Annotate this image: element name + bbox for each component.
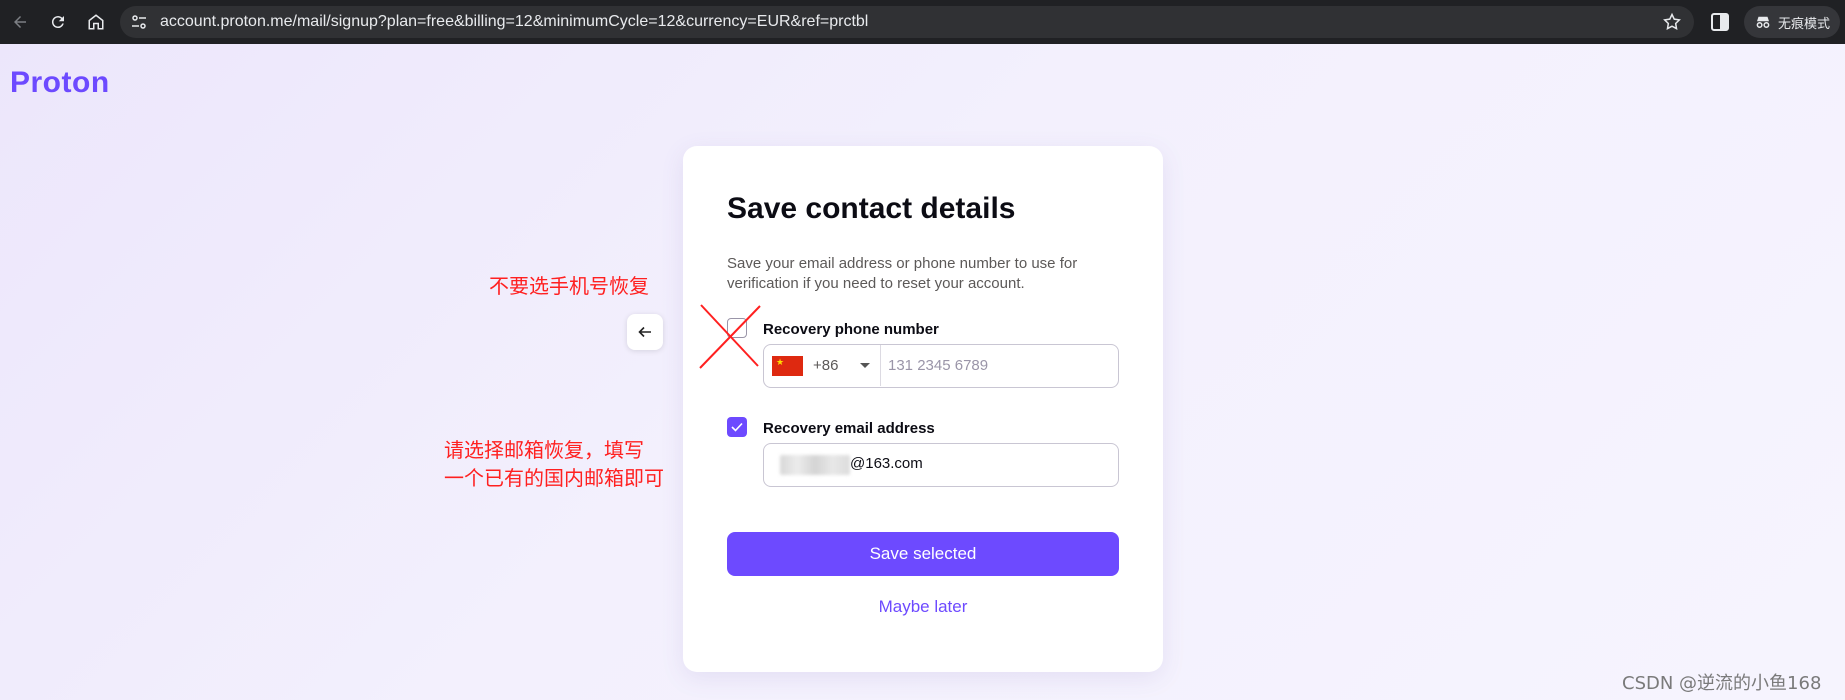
side-panel-icon[interactable]	[1708, 10, 1732, 34]
site-info-icon[interactable]	[124, 7, 154, 37]
back-arrow-icon[interactable]	[2, 4, 38, 40]
email-value-suffix: @163.com	[850, 455, 923, 472]
incognito-label: 无痕模式	[1778, 16, 1831, 32]
phone-annotation: 不要选手机号恢复	[489, 274, 649, 298]
arrow-left-icon	[638, 326, 651, 338]
incognito-indicator[interactable]: 无痕模式	[1744, 6, 1840, 38]
home-icon[interactable]	[78, 4, 114, 40]
recovery-phone-field: ★ +86	[763, 344, 1119, 388]
recovery-email-label: Recovery email address	[763, 420, 935, 437]
back-button[interactable]	[627, 314, 663, 350]
csdn-watermark: CSDN @逆流的小鱼168	[1622, 673, 1822, 694]
recovery-email-input[interactable]: @163.com	[763, 443, 1119, 487]
page-title: Save contact details	[727, 192, 1016, 225]
phone-input[interactable]	[888, 345, 1114, 386]
recovery-email-checkbox[interactable]	[727, 417, 747, 437]
email-annotation-line2: 一个已有的国内邮箱即可	[444, 466, 664, 490]
bookmark-star-icon[interactable]	[1662, 12, 1682, 32]
checkmark-icon	[731, 422, 743, 432]
reload-icon[interactable]	[40, 4, 76, 40]
save-selected-button[interactable]: Save selected	[727, 532, 1119, 576]
china-flag-icon: ★	[772, 355, 803, 376]
recovery-phone-label: Recovery phone number	[763, 321, 939, 338]
redacted-email-blur	[780, 455, 850, 475]
address-bar[interactable]: account.proton.me/mail/signup?plan=free&…	[120, 6, 1694, 38]
page-subtitle: Save your email address or phone number …	[727, 255, 1078, 292]
maybe-later-link[interactable]: Maybe later	[727, 597, 1119, 617]
chevron-down-icon	[860, 363, 871, 368]
dial-code: +86	[813, 357, 839, 374]
incognito-icon	[1756, 16, 1770, 28]
proton-logo[interactable]: Proton	[10, 66, 110, 100]
country-code-select[interactable]: ★ +86	[764, 345, 881, 386]
browser-toolbar: account.proton.me/mail/signup?plan=free&…	[0, 0, 1845, 44]
red-cross-mark-icon	[699, 304, 761, 369]
url-text[interactable]: account.proton.me/mail/signup?plan=free&…	[160, 13, 868, 31]
email-annotation-line1: 请选择邮箱恢复，填写	[444, 438, 644, 462]
